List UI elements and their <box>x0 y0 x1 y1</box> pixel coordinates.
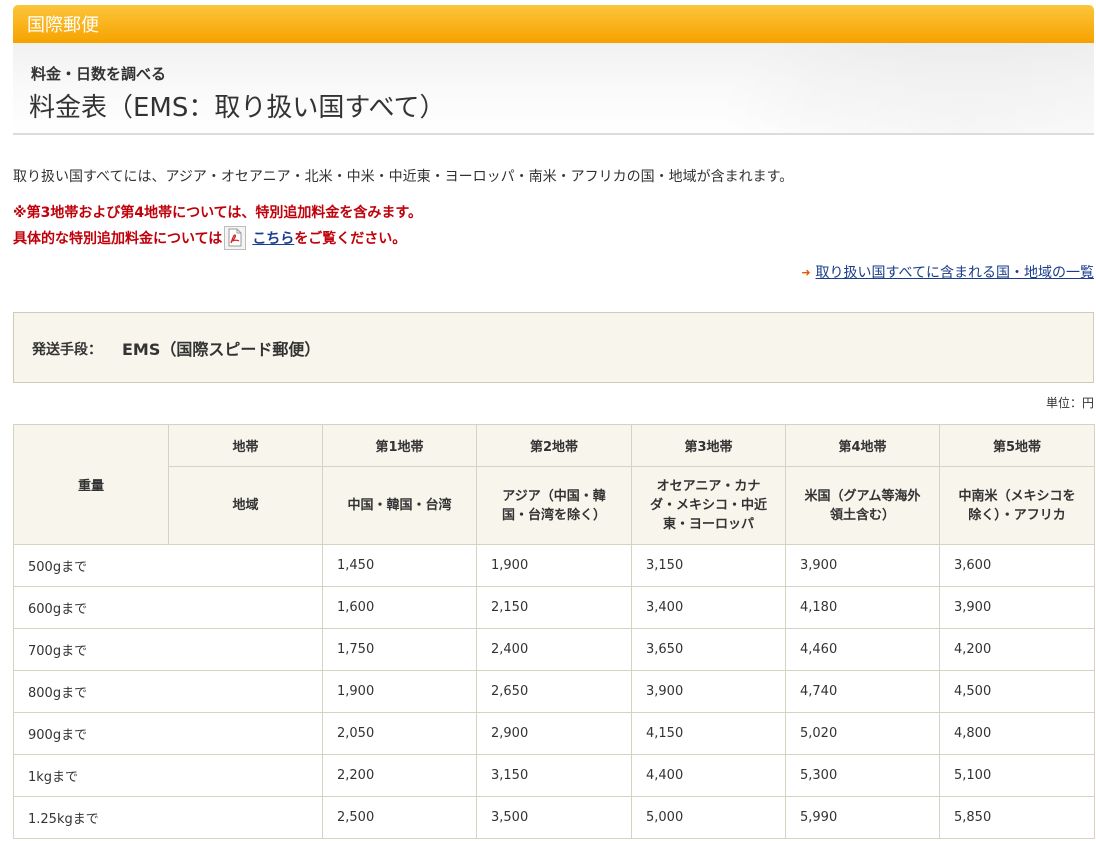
country-list-link[interactable]: 取り扱い国すべてに含まれる国・地域の一覧 <box>816 262 1094 282</box>
zone-header: 地帯 <box>168 424 323 467</box>
table-row: 900gまで 2,050 2,900 4,150 5,020 4,800 <box>13 712 1095 755</box>
price-cell: 3,900 <box>785 544 940 587</box>
price-cell: 2,650 <box>476 670 632 713</box>
price-cell: 3,600 <box>939 544 1095 587</box>
surcharge-detail-link[interactable]: こちら <box>252 228 294 248</box>
weight-cell: 800gまで <box>13 670 323 713</box>
price-cell: 5,020 <box>785 712 940 755</box>
price-cell: 5,990 <box>785 796 940 839</box>
zone-3-header: 第3地帯 <box>631 424 786 467</box>
shipping-method-label: 発送手段： <box>32 342 102 358</box>
page-title-area: 料金・日数を調べる 料金表（EMS：取り扱い国すべて） <box>13 43 1094 135</box>
price-cell: 1,750 <box>322 628 477 671</box>
price-cell: 1,600 <box>322 586 477 629</box>
surcharge-note: ※第3地帯および第4地帯については、特別追加料金を含みます。 <box>13 205 422 221</box>
price-cell: 2,050 <box>322 712 477 755</box>
pdf-icon <box>224 226 247 250</box>
page-title: 料金表（EMS：取り扱い国すべて） <box>29 93 446 123</box>
table-row: 500gまで 1,450 1,900 3,150 3,900 3,600 <box>13 544 1095 587</box>
zone-4-region: 米国（グアム等海外領土含む） <box>785 466 940 545</box>
price-cell: 2,900 <box>476 712 632 755</box>
price-cell: 4,150 <box>631 712 786 755</box>
zone-2-region: アジア（中国・韓国・台湾を除く） <box>476 466 632 545</box>
price-cell: 3,400 <box>631 586 786 629</box>
section-title: 国際郵便 <box>27 15 99 36</box>
zone-5-header: 第5地帯 <box>939 424 1095 467</box>
table-row: 1.25kgまで 2,500 3,500 5,000 5,990 5,850 <box>13 796 1095 839</box>
price-cell: 1,900 <box>322 670 477 713</box>
price-cell: 2,150 <box>476 586 632 629</box>
zone-1-header: 第1地帯 <box>322 424 477 467</box>
surcharge-detail-prefix: 具体的な特別追加料金については <box>13 231 223 247</box>
price-cell: 4,400 <box>631 754 786 797</box>
region-header: 地域 <box>168 466 323 545</box>
price-cell: 5,300 <box>785 754 940 797</box>
weight-cell: 700gまで <box>13 628 323 671</box>
zone-1-region: 中国・韓国・台湾 <box>322 466 477 545</box>
table-row: 700gまで 1,750 2,400 3,650 4,460 4,200 <box>13 628 1095 671</box>
surcharge-detail-note: 具体的な特別追加料金については こちら をご覧ください。 <box>13 226 406 250</box>
table-row: 600gまで 1,600 2,150 3,400 4,180 3,900 <box>13 586 1095 629</box>
description-text: 取り扱い国すべてには、アジア・オセアニア・北米・中米・中近東・ヨーロッパ・南米・… <box>13 169 794 185</box>
weight-cell: 900gまで <box>13 712 323 755</box>
world-map-watermark <box>714 43 1094 133</box>
price-cell: 3,900 <box>939 586 1095 629</box>
price-cell: 4,460 <box>785 628 940 671</box>
price-cell: 2,200 <box>322 754 477 797</box>
price-cell: 2,500 <box>322 796 477 839</box>
zone-5-region: 中南米（メキシコを除く）・アフリカ <box>939 466 1095 545</box>
price-cell: 3,900 <box>631 670 786 713</box>
price-cell: 3,500 <box>476 796 632 839</box>
price-cell: 4,180 <box>785 586 940 629</box>
country-list-link-wrap: ➜ 取り扱い国すべてに含まれる国・地域の一覧 <box>801 262 1094 282</box>
shipping-method-box: 発送手段： EMS（国際スピード郵便） <box>13 312 1094 383</box>
price-cell: 1,900 <box>476 544 632 587</box>
region-header-row: 地域 中国・韓国・台湾 アジア（中国・韓国・台湾を除く） オセアニア・カナダ・メ… <box>14 466 1095 545</box>
table-row: 800gまで 1,900 2,650 3,900 4,740 4,500 <box>13 670 1095 713</box>
price-cell: 5,850 <box>939 796 1095 839</box>
price-cell: 3,150 <box>476 754 632 797</box>
weight-cell: 1kgまで <box>13 754 323 797</box>
price-cell: 3,650 <box>631 628 786 671</box>
shipping-method-value: EMS（国際スピード郵便） <box>122 340 321 359</box>
arrow-right-icon: ➜ <box>801 265 811 279</box>
page-content: 国際郵便 料金・日数を調べる 料金表（EMS：取り扱い国すべて） 取り扱い国すべ… <box>13 5 1095 839</box>
price-cell: 4,200 <box>939 628 1095 671</box>
rate-table: 重量 地帯 第1地帯 第2地帯 第3地帯 第4地帯 第5地帯 地域 中国・韓国・… <box>13 424 1095 839</box>
price-cell: 4,740 <box>785 670 940 713</box>
zone-2-header: 第2地帯 <box>476 424 632 467</box>
page-subtitle: 料金・日数を調べる <box>31 65 167 83</box>
zone-3-region: オセアニア・カナダ・メキシコ・中近東・ヨーロッパ <box>631 466 786 545</box>
unit-label: 単位：円 <box>1045 396 1094 410</box>
price-cell: 5,000 <box>631 796 786 839</box>
price-cell: 2,400 <box>476 628 632 671</box>
section-header: 国際郵便 <box>13 5 1094 43</box>
surcharge-detail-suffix: をご覧ください。 <box>294 231 407 247</box>
zone-4-header: 第4地帯 <box>785 424 940 467</box>
price-cell: 1,450 <box>322 544 477 587</box>
zone-header-row: 重量 地帯 第1地帯 第2地帯 第3地帯 第4地帯 第5地帯 <box>13 424 1095 545</box>
weight-cell: 1.25kgまで <box>13 796 323 839</box>
weight-cell: 500gまで <box>13 544 323 587</box>
price-cell: 4,800 <box>939 712 1095 755</box>
price-cell: 5,100 <box>939 754 1095 797</box>
table-row: 1kgまで 2,200 3,150 4,400 5,300 5,100 <box>13 754 1095 797</box>
price-cell: 3,150 <box>631 544 786 587</box>
price-cell: 4,500 <box>939 670 1095 713</box>
weight-header: 重量 <box>13 424 169 545</box>
weight-cell: 600gまで <box>13 586 323 629</box>
